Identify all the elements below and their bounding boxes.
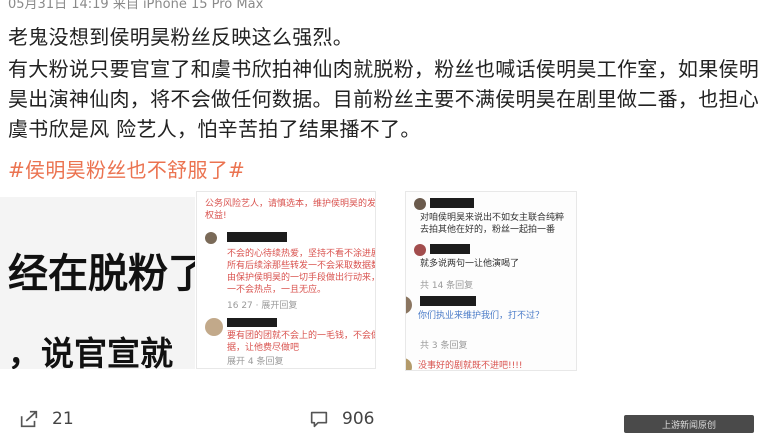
redaction-bar bbox=[430, 198, 474, 208]
redaction-bar bbox=[420, 296, 476, 306]
share-count: 21 bbox=[52, 409, 74, 429]
comment-button[interactable]: 906 bbox=[308, 408, 374, 430]
share-button[interactable]: 21 bbox=[18, 408, 74, 430]
post-meta: 05月31日 14:19 来自 iPhone 15 Pro Max bbox=[8, 0, 264, 12]
comment-icon bbox=[310, 411, 328, 428]
avatar bbox=[406, 296, 412, 314]
post-images: 经在脱粉了 ，说官宣就 公务风险艺人，请慎选本，维护侯明昊的发展 权益! 不会的… bbox=[0, 187, 768, 387]
image-1-text-2: ，说官宣就 bbox=[8, 334, 173, 369]
share-icon bbox=[20, 410, 38, 428]
shot-a-line-9: 据，让他费尽做吧 bbox=[227, 343, 300, 353]
shot-b-line-7: 没事好的剧就既不进吧!!!! bbox=[418, 361, 523, 371]
avatar bbox=[205, 318, 223, 336]
watermark: 上游新闻原创 bbox=[661, 421, 716, 431]
shot-a-line-10: 展开 4 条回复 bbox=[227, 357, 284, 367]
shot-a-line-5: 由保护侯明昊的一切手段做出行动来， bbox=[227, 273, 376, 283]
post-image-3[interactable]: 对咱侯明昊来说出不如女主联合纯粹 去拍其他在好的，粉丝一起拍一番 就多说两句一让… bbox=[405, 191, 577, 371]
avatar bbox=[205, 232, 217, 244]
shot-b-line-4: 共 14 条回复 bbox=[420, 281, 474, 291]
shot-a-line-1: 公务风险艺人，请慎选本，维护侯明昊的发展 bbox=[205, 199, 376, 209]
post-paragraph-1: 老鬼没想到侯明昊粉丝反映这么强烈。 bbox=[8, 25, 354, 49]
redaction-bar bbox=[430, 244, 470, 254]
shot-a-line-4: 所有后续涂那些转发一不会采取数据数， bbox=[227, 261, 376, 271]
shot-b-line-1: 对咱侯明昊来说出不如女主联合纯粹 bbox=[420, 213, 565, 223]
shot-b-line-6: 共 3 条回复 bbox=[420, 341, 468, 351]
shot-a-line-3: 不会的心待续热爱，坚持不看不涂进剧 bbox=[227, 249, 376, 259]
image-1-text-1: 经在脱粉了 bbox=[8, 251, 195, 297]
shot-a-line-7: 16 27 · 展开回复 bbox=[227, 301, 298, 311]
shot-b-line-3: 就多说两句一让他演喝了 bbox=[420, 259, 520, 269]
redaction-bar bbox=[227, 232, 287, 242]
post-image-1[interactable]: 经在脱粉了 ，说官宣就 bbox=[0, 197, 195, 369]
avatar bbox=[414, 244, 426, 256]
avatar bbox=[414, 198, 426, 210]
post-image-2[interactable]: 公务风险艺人，请慎选本，维护侯明昊的发展 权益! 不会的心待续热爱，坚持不看不涂… bbox=[196, 191, 376, 369]
shot-a-line-6: 一不会热点，一且无应。 bbox=[227, 285, 327, 295]
comment-count: 906 bbox=[342, 409, 375, 429]
hashtag-link[interactable]: #侯明昊粉丝也不舒服了# bbox=[8, 154, 245, 183]
shot-b-line-5: 你们执业来维护我们，打不过？ bbox=[418, 311, 545, 321]
shot-a-line-2: 权益! bbox=[205, 211, 227, 221]
avatar bbox=[406, 358, 412, 370]
post-paragraph-2: 有大粉说只要官宣了和虞书欣拍神仙肉就脱粉，粉丝也喊话侯明昊工作室，如果侯明昊出演… bbox=[8, 57, 760, 141]
post-body: 老鬼没想到侯明昊粉丝反映这么强烈。 有大粉说只要官宣了和虞书欣拍神仙肉就脱粉，粉… bbox=[8, 22, 760, 146]
redaction-bar bbox=[227, 318, 277, 327]
shot-a-line-8: 要有团的团就不会上的一毛钱，不会做一下数 bbox=[227, 331, 375, 341]
shot-b-line-2: 去拍其他在好的，粉丝一起拍一番 bbox=[420, 225, 556, 235]
